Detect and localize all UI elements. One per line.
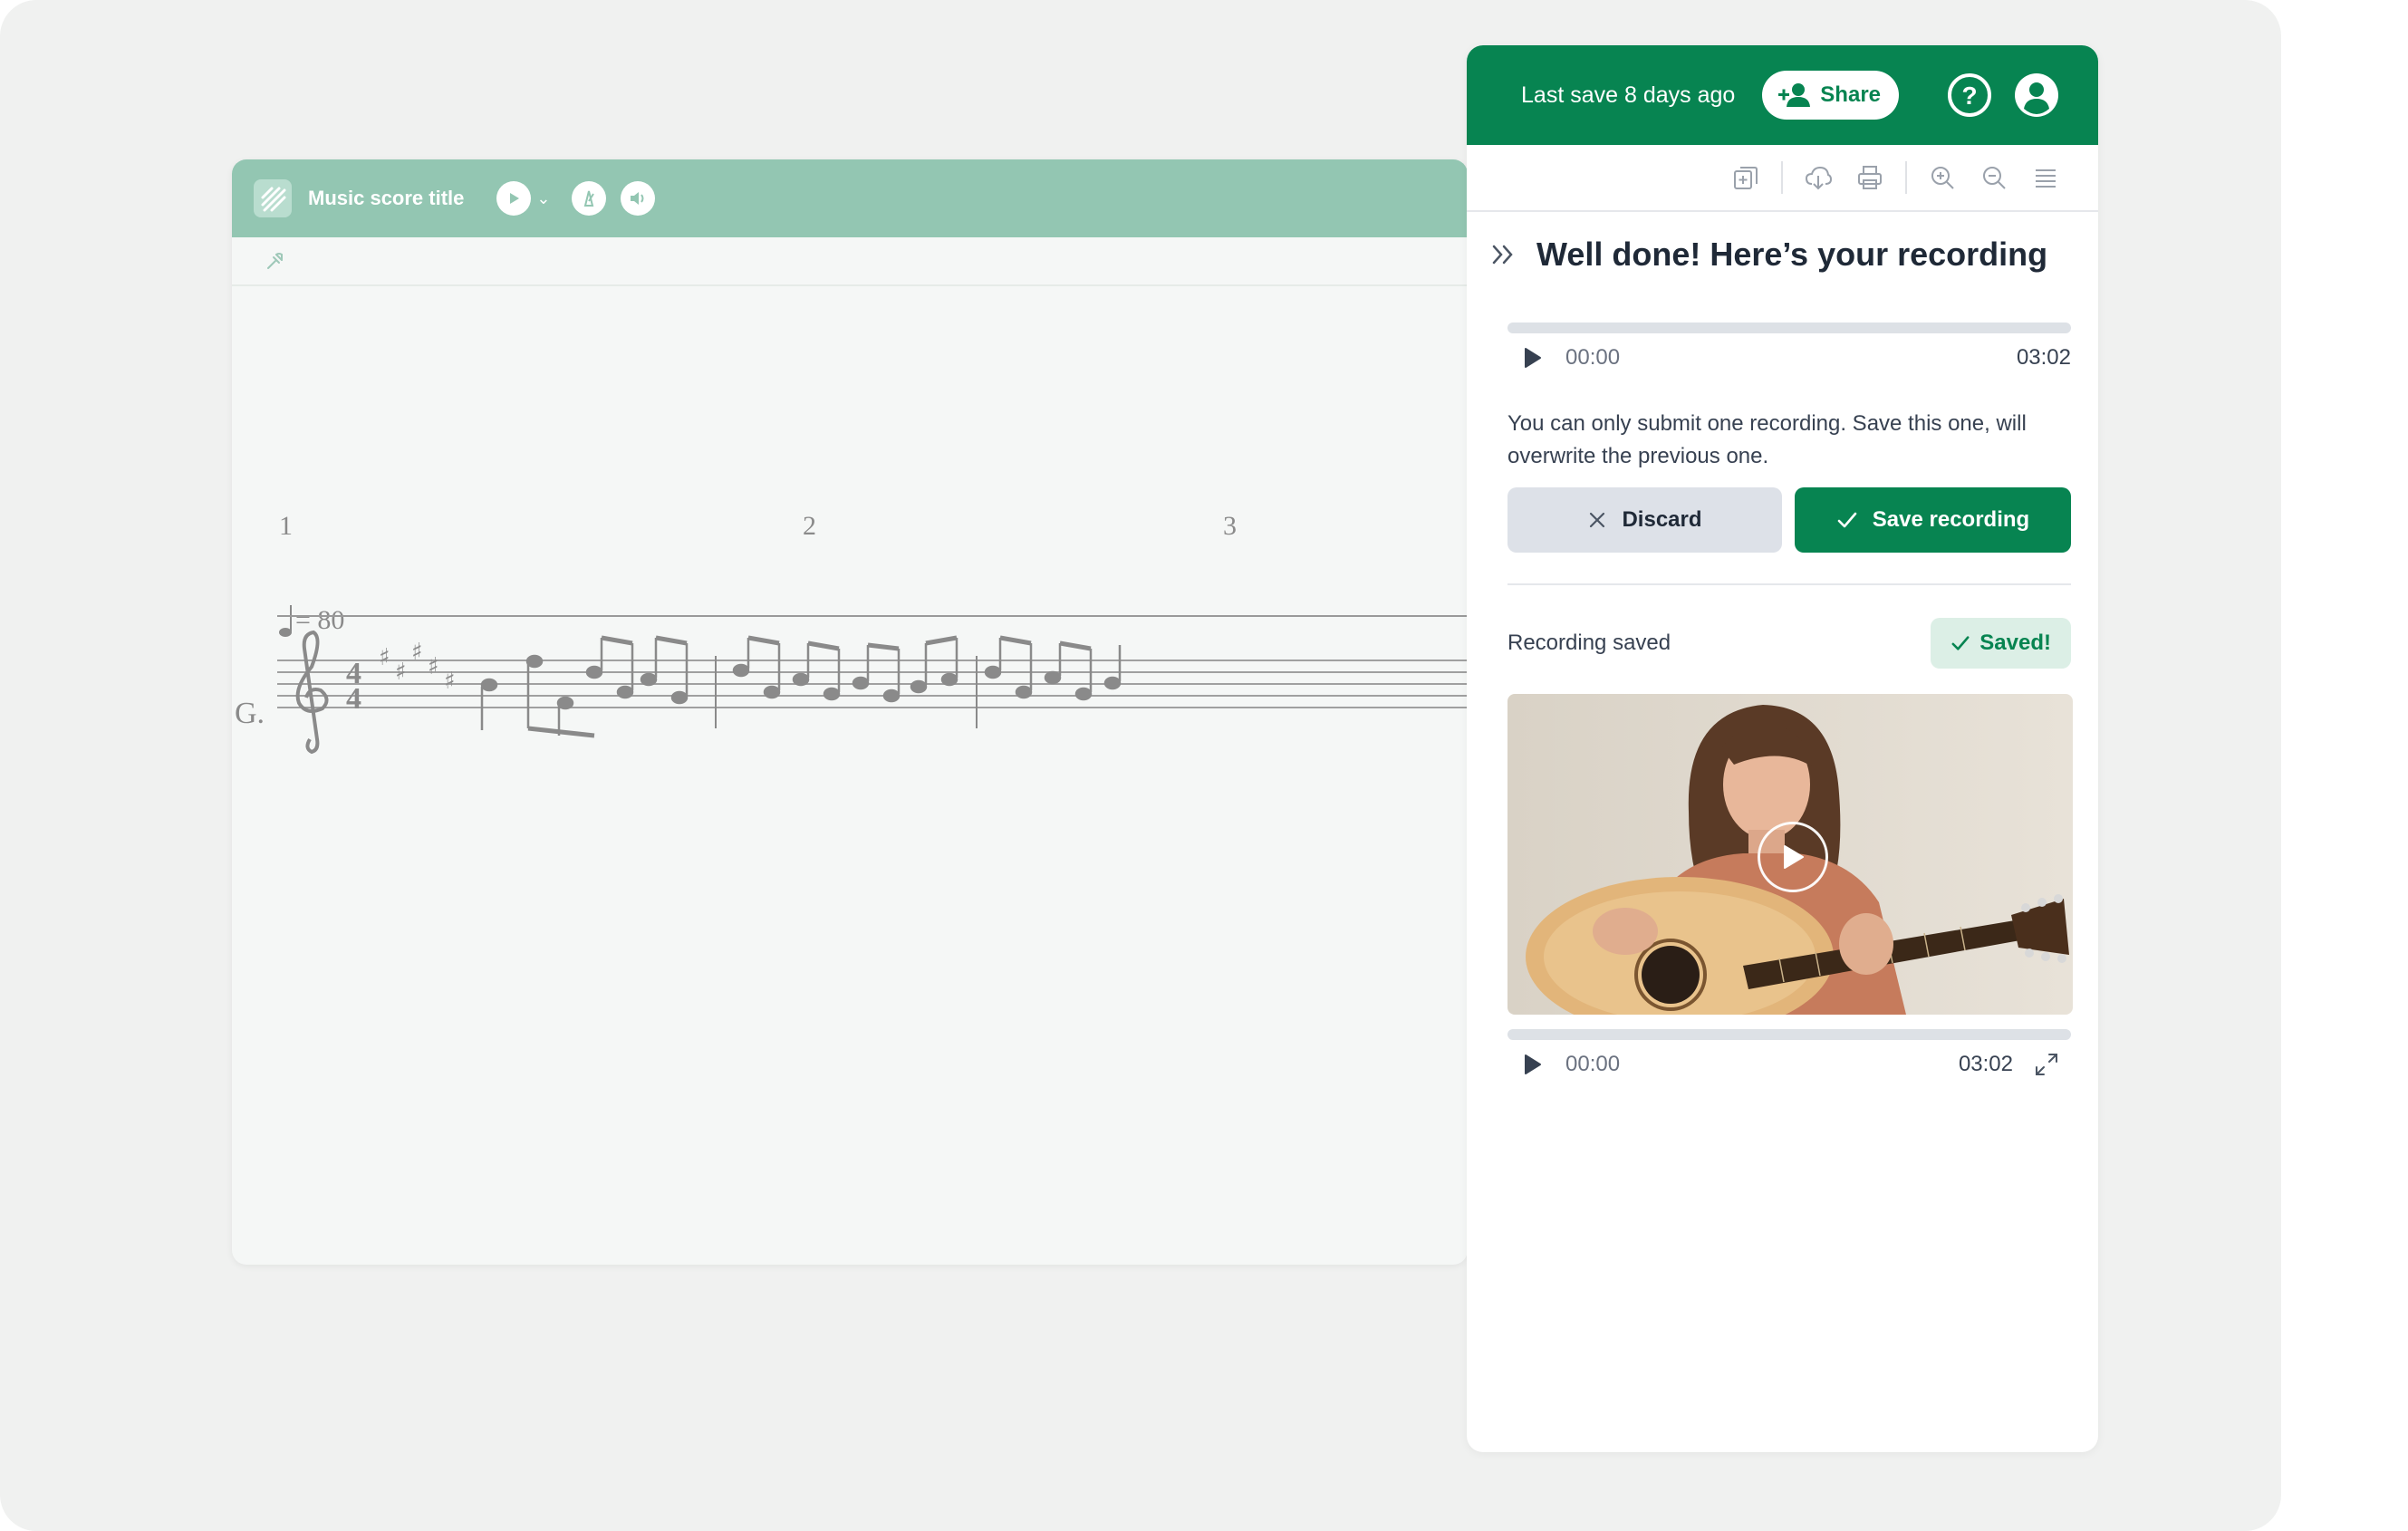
chevron-down-icon: ⌄ [536, 188, 551, 207]
toolbar-divider [1781, 161, 1783, 194]
video-player[interactable] [1507, 694, 2073, 1015]
recording-time-row: 00:00 03:02 [1507, 333, 2071, 382]
panel-toolbar [1467, 145, 2098, 212]
user-avatar-icon[interactable] [2013, 72, 2060, 119]
close-icon [1590, 512, 1605, 528]
share-button[interactable]: Share [1762, 71, 1899, 120]
score-title: Music score title [308, 187, 465, 209]
print-icon[interactable] [1854, 161, 1886, 194]
play-icon[interactable] [496, 181, 532, 216]
recording-progress-bar[interactable] [1507, 323, 2071, 333]
score-header: Music score title ⌄ [232, 159, 1468, 237]
play-icon[interactable] [1520, 1052, 1546, 1077]
measure-number: 3 [1223, 511, 1237, 541]
svg-text:♯: ♯ [411, 639, 423, 666]
svg-text:♯: ♯ [428, 653, 439, 680]
check-icon [1951, 636, 1970, 650]
recording-saved-label: Recording saved [1507, 631, 1671, 655]
app-logo-icon [254, 179, 292, 217]
video-play-icon[interactable] [1758, 822, 1828, 892]
recording-title: Well done! Here’s your recording [1536, 236, 2048, 273]
score-subtoolbar [232, 237, 1468, 286]
panel-body: Well done! Here’s your recording 00:00 0… [1467, 236, 2098, 1089]
svg-text:?: ? [1961, 82, 1977, 110]
saved-badge: Saved! [1931, 618, 2071, 669]
video-time-row: 00:00 03:02 [1507, 1040, 2071, 1089]
last-save-status: Last save 8 days ago [1521, 82, 1736, 108]
recording-actions: Discard Save recording [1507, 487, 2071, 553]
recording-panel: Last save 8 days ago Share ? Well done! … [1467, 45, 2098, 1452]
current-time: 00:00 [1565, 1052, 1621, 1076]
toolbar-divider [1905, 161, 1907, 194]
svg-text:♯: ♯ [379, 644, 390, 671]
score-window: Music score title ⌄ 1 2 3 = 80 G. 4 4 ♯ … [232, 159, 1468, 1265]
staff-notation: 4 4 ♯♯♯♯♯ [277, 615, 1468, 755]
play-mode-dropdown[interactable]: ⌄ [496, 181, 550, 216]
cloud-download-icon[interactable] [1802, 161, 1835, 194]
volume-icon[interactable] [621, 181, 656, 216]
tuning-fork-icon[interactable] [255, 241, 295, 281]
collapse-panel-icon[interactable] [1488, 238, 1520, 271]
svg-text:♯: ♯ [444, 668, 456, 695]
svg-text:4: 4 [346, 682, 361, 716]
menu-icon[interactable] [2029, 161, 2062, 194]
section-divider [1507, 583, 2071, 585]
video-progress-bar[interactable] [1507, 1029, 2071, 1040]
save-recording-button[interactable]: Save recording [1795, 487, 2071, 553]
measure-number: 2 [803, 511, 816, 541]
svg-text:♯: ♯ [395, 659, 407, 686]
add-user-icon [1778, 83, 1811, 107]
recording-note: You can only submit one recording. Save … [1507, 411, 2027, 468]
metronome-icon[interactable] [572, 181, 607, 216]
zoom-in-icon[interactable] [1926, 161, 1959, 194]
discard-button[interactable]: Discard [1507, 487, 1782, 553]
saved-status-row: Recording saved Saved! [1507, 618, 2071, 669]
zoom-out-icon[interactable] [1978, 161, 2010, 194]
total-time: 03:02 [1958, 1052, 2013, 1076]
check-icon [1837, 512, 1857, 528]
fullscreen-icon[interactable] [2031, 1049, 2062, 1080]
help-icon[interactable]: ? [1946, 72, 1993, 119]
current-time: 00:00 [1565, 345, 1621, 370]
total-time: 03:02 [2016, 345, 2071, 370]
instrument-label: G. [235, 697, 265, 730]
recording-title-row: Well done! Here’s your recording [1488, 236, 2071, 274]
play-icon[interactable] [1520, 345, 1546, 371]
add-page-icon[interactable] [1729, 161, 1762, 194]
panel-header: Last save 8 days ago Share ? [1467, 45, 2098, 145]
measure-number: 1 [279, 511, 293, 541]
